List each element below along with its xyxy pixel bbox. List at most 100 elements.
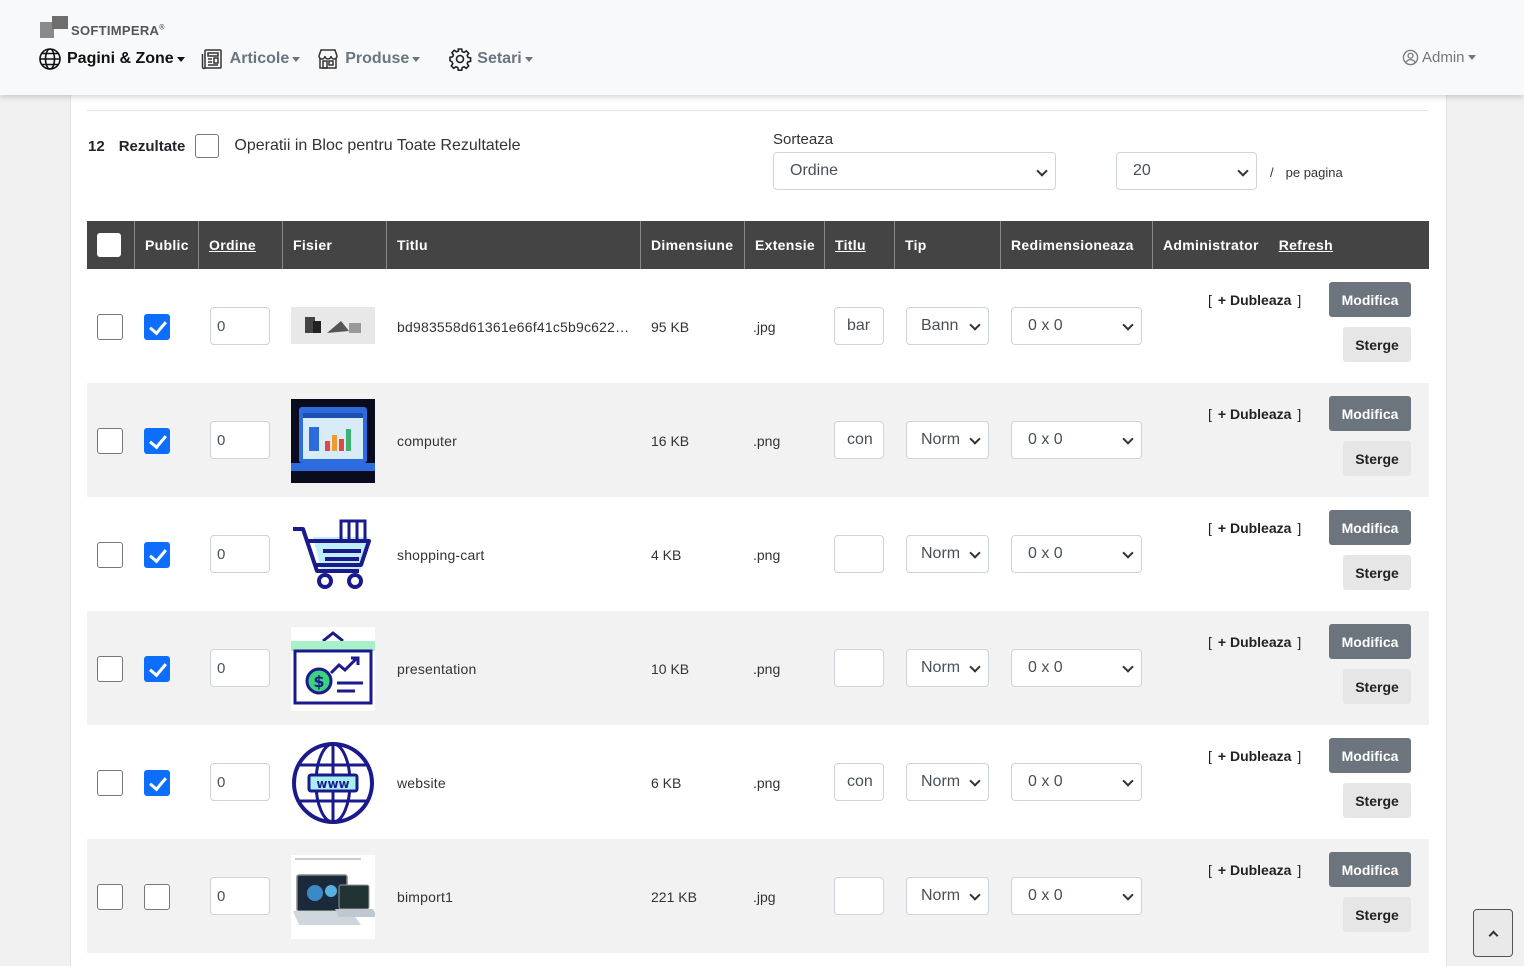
title-input[interactable] bbox=[834, 535, 884, 573]
chevron-down-icon bbox=[969, 319, 981, 331]
nav-setari[interactable]: Setari bbox=[448, 47, 533, 71]
brand-logo[interactable]: SOFTIMPERA® bbox=[40, 16, 165, 38]
type-select[interactable]: Norm bbox=[906, 763, 989, 801]
file-size: 6 KB bbox=[651, 775, 682, 791]
sort-select[interactable]: Ordine bbox=[773, 152, 1056, 190]
duplicate-link[interactable]: [+ Dubleaza] bbox=[1202, 748, 1307, 764]
logo-registered-mark: ® bbox=[159, 24, 165, 32]
resize-select[interactable]: 0 x 0 bbox=[1011, 535, 1142, 573]
modify-button[interactable]: Modifica bbox=[1329, 852, 1411, 887]
header-titlu: Titlu bbox=[387, 221, 641, 269]
title-input[interactable]: con bbox=[834, 421, 884, 459]
user-menu-label: Admin bbox=[1422, 49, 1465, 66]
public-checkbox[interactable] bbox=[144, 314, 170, 340]
presentation-icon[interactable]: $ bbox=[291, 627, 375, 711]
row-select-checkbox[interactable] bbox=[97, 314, 123, 340]
user-menu[interactable]: Admin bbox=[1402, 49, 1476, 66]
modify-button[interactable]: Modifica bbox=[1329, 282, 1411, 317]
type-select[interactable]: Norm bbox=[906, 421, 989, 459]
globe-icon bbox=[39, 48, 61, 70]
computer-icon[interactable] bbox=[291, 399, 375, 483]
nav-pagini-zone[interactable]: Pagini & Zone bbox=[38, 47, 185, 71]
modify-button[interactable]: Modifica bbox=[1329, 738, 1411, 773]
public-checkbox[interactable] bbox=[144, 770, 170, 796]
public-checkbox[interactable] bbox=[144, 428, 170, 454]
type-select[interactable]: Norm bbox=[906, 877, 989, 915]
duplicate-link[interactable]: [+ Dubleaza] bbox=[1202, 406, 1307, 422]
title-input[interactable] bbox=[834, 877, 884, 915]
resize-select[interactable]: 0 x 0 bbox=[1011, 877, 1142, 915]
resize-select[interactable]: 0 x 0 bbox=[1011, 307, 1142, 345]
order-input[interactable]: 0 bbox=[210, 421, 270, 459]
order-input[interactable]: 0 bbox=[210, 535, 270, 573]
type-select-value: Norm bbox=[921, 887, 961, 904]
type-select-value: Norm bbox=[921, 659, 961, 676]
row-select-checkbox[interactable] bbox=[97, 770, 123, 796]
duplicate-link[interactable]: [+ Dubleaza] bbox=[1202, 634, 1307, 650]
modify-button[interactable]: Modifica bbox=[1329, 624, 1411, 659]
table-row: 0 bd983558d61361e66f41c5b9c622ea... 95 K… bbox=[87, 269, 1429, 383]
nav-articole[interactable]: Articole bbox=[201, 47, 301, 71]
file-thumbnail-photo[interactable] bbox=[291, 285, 375, 369]
resize-select[interactable]: 0 x 0 bbox=[1011, 649, 1142, 687]
delete-button[interactable]: Sterge bbox=[1343, 669, 1411, 704]
file-size: 95 KB bbox=[651, 319, 690, 335]
divider bbox=[87, 110, 1428, 111]
order-input[interactable]: 0 bbox=[210, 763, 270, 801]
resize-select[interactable]: 0 x 0 bbox=[1011, 421, 1142, 459]
shopping-cart-icon[interactable] bbox=[291, 513, 375, 597]
file-title: computer bbox=[397, 433, 457, 449]
public-checkbox[interactable] bbox=[144, 884, 170, 910]
type-select[interactable]: Norm bbox=[906, 649, 989, 687]
header-titlu-sort[interactable]: Titlu bbox=[825, 221, 895, 269]
nav-produse[interactable]: Produse bbox=[316, 47, 421, 71]
file-title: bd983558d61361e66f41c5b9c622ea... bbox=[397, 319, 633, 335]
modify-button[interactable]: Modifica bbox=[1329, 510, 1411, 545]
type-select[interactable]: Norm bbox=[906, 535, 989, 573]
delete-button[interactable]: Sterge bbox=[1343, 897, 1411, 932]
order-input[interactable]: 0 bbox=[210, 649, 270, 687]
duplicate-link[interactable]: [+ Dubleaza] bbox=[1202, 520, 1307, 536]
title-input[interactable]: con bbox=[834, 763, 884, 801]
header-ordine[interactable]: Ordine bbox=[199, 221, 283, 269]
resize-select[interactable]: 0 x 0 bbox=[1011, 763, 1142, 801]
type-select[interactable]: Bann bbox=[906, 307, 989, 345]
newspaper-icon bbox=[201, 49, 222, 70]
logo-text: SOFTIMPERA bbox=[71, 23, 160, 38]
title-input[interactable] bbox=[834, 649, 884, 687]
chevron-down-icon bbox=[969, 889, 981, 901]
duplicate-link[interactable]: [+ Dubleaza] bbox=[1202, 292, 1307, 308]
nav-articole-label: Articole bbox=[229, 50, 290, 67]
public-checkbox[interactable] bbox=[144, 542, 170, 568]
row-select-checkbox[interactable] bbox=[97, 428, 123, 454]
refresh-link[interactable]: Refresh bbox=[1279, 237, 1333, 253]
delete-button[interactable]: Sterge bbox=[1343, 441, 1411, 476]
order-input[interactable]: 0 bbox=[210, 307, 270, 345]
scroll-to-top-button[interactable] bbox=[1473, 909, 1513, 957]
table-row: 0 shopping-cart 4 KB .png Norm 0 x 0 [+ … bbox=[87, 497, 1429, 611]
laptop-photo-thumbnail[interactable] bbox=[291, 855, 375, 939]
svg-text:$: $ bbox=[313, 672, 324, 691]
delete-button[interactable]: Sterge bbox=[1343, 783, 1411, 818]
table-row: 0 www website 6 KB .png con Norm 0 x 0 [… bbox=[87, 725, 1429, 839]
row-select-checkbox[interactable] bbox=[97, 542, 123, 568]
order-input[interactable]: 0 bbox=[210, 877, 270, 915]
results-bar: 12 Rezultate Operatii in Bloc pentru Toa… bbox=[88, 133, 520, 159]
delete-button[interactable]: Sterge bbox=[1343, 555, 1411, 590]
file-size: 16 KB bbox=[651, 433, 690, 449]
public-checkbox[interactable] bbox=[144, 656, 170, 682]
per-page-text: pe pagina bbox=[1285, 165, 1343, 180]
bulk-operations-checkbox[interactable] bbox=[195, 134, 220, 158]
select-all-checkbox[interactable] bbox=[97, 233, 121, 257]
file-extension: .png bbox=[753, 661, 781, 677]
per-page-select[interactable]: 20 bbox=[1116, 152, 1257, 190]
row-select-checkbox[interactable] bbox=[97, 884, 123, 910]
modify-button[interactable]: Modifica bbox=[1329, 396, 1411, 431]
title-input[interactable]: bar bbox=[834, 307, 884, 345]
chevron-down-icon bbox=[524, 56, 533, 62]
duplicate-link[interactable]: [+ Dubleaza] bbox=[1202, 862, 1307, 878]
header-administrator-label: Administrator bbox=[1163, 237, 1259, 253]
delete-button[interactable]: Sterge bbox=[1343, 327, 1411, 362]
row-select-checkbox[interactable] bbox=[97, 656, 123, 682]
website-icon[interactable]: www bbox=[291, 741, 375, 825]
